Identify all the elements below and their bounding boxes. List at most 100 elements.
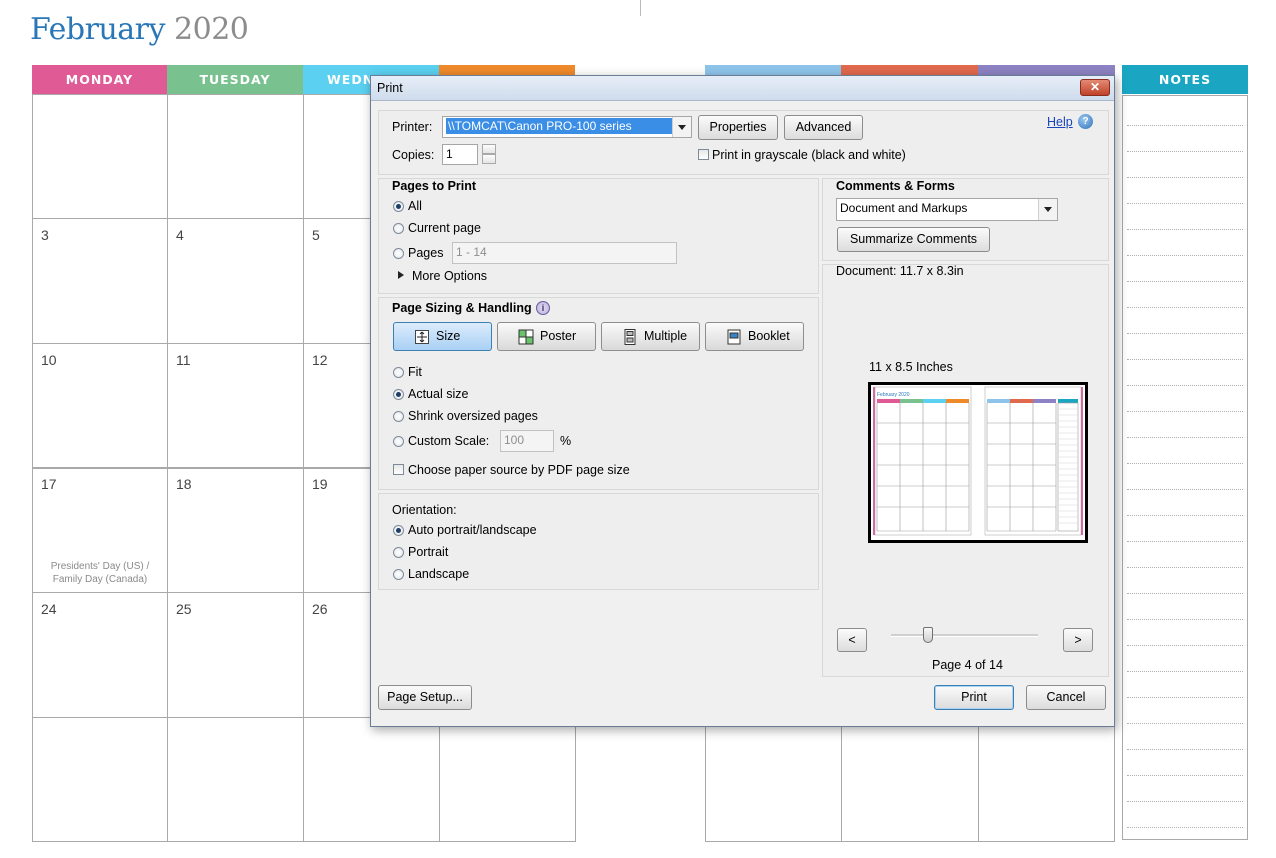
grayscale-checkbox[interactable] bbox=[698, 149, 709, 160]
percent-label: % bbox=[560, 434, 572, 448]
summarize-comments-button[interactable]: Summarize Comments bbox=[837, 227, 990, 252]
top-divider bbox=[640, 0, 641, 16]
multiple-mode-button[interactable]: Multiple bbox=[601, 322, 700, 351]
custom-scale-input[interactable]: 100 bbox=[500, 430, 554, 452]
page-indicator: Page 4 of 14 bbox=[932, 658, 1003, 672]
close-button[interactable]: ✕ bbox=[1080, 79, 1110, 96]
shrink-oversized-label: Shrink oversized pages bbox=[408, 409, 538, 423]
current-page-radio[interactable] bbox=[393, 223, 404, 234]
shrink-oversized-radio[interactable] bbox=[393, 411, 404, 422]
note-line bbox=[1127, 593, 1243, 594]
landscape-radio[interactable] bbox=[393, 569, 404, 580]
comments-forms-select[interactable]: Document and Markups bbox=[836, 198, 1058, 221]
dialog-title: Print bbox=[377, 81, 403, 95]
note-line bbox=[1127, 671, 1243, 672]
calendar-cell bbox=[841, 717, 979, 842]
properties-button[interactable]: Properties bbox=[698, 115, 778, 140]
note-line bbox=[1127, 125, 1243, 126]
note-line bbox=[1127, 489, 1243, 490]
note-line bbox=[1127, 359, 1243, 360]
calendar-cell: 11 bbox=[167, 343, 304, 469]
fit-radio[interactable] bbox=[393, 367, 404, 378]
portrait-radio[interactable] bbox=[393, 547, 404, 558]
multiple-pages-icon bbox=[624, 329, 636, 345]
day-number: 5 bbox=[312, 227, 320, 243]
booklet-mode-button[interactable]: Booklet bbox=[705, 322, 804, 351]
note-line bbox=[1127, 333, 1243, 334]
note-line bbox=[1127, 177, 1243, 178]
dialog-titlebar[interactable]: Print ✕ bbox=[371, 76, 1114, 101]
calendar-cell: 3 bbox=[32, 218, 168, 344]
cancel-button[interactable]: Cancel bbox=[1026, 685, 1106, 710]
size-mode-label: Size bbox=[436, 329, 461, 343]
note-line bbox=[1127, 437, 1243, 438]
paper-source-label: Choose paper source by PDF page size bbox=[408, 463, 630, 477]
holiday-line-1: Presidents' Day (US) / bbox=[50, 561, 150, 572]
custom-scale-label: Custom Scale: bbox=[408, 434, 490, 448]
calendar-title: February 2020 bbox=[30, 12, 249, 47]
copies-down-button[interactable] bbox=[482, 154, 496, 164]
print-button[interactable]: Print bbox=[934, 685, 1014, 710]
note-line bbox=[1127, 255, 1243, 256]
pages-radio[interactable] bbox=[393, 248, 404, 259]
note-line bbox=[1127, 229, 1243, 230]
poster-mode-button[interactable]: Poster bbox=[497, 322, 596, 351]
preview-thumbnail: February 2020 bbox=[873, 386, 1083, 536]
calendar-cell bbox=[167, 717, 304, 842]
copies-up-button[interactable] bbox=[482, 144, 496, 154]
print-dialog: Print ✕ Printer: \\TOMCAT\Canon PRO-100 … bbox=[370, 75, 1115, 727]
note-line bbox=[1127, 567, 1243, 568]
calendar-cell: 24 bbox=[32, 592, 168, 718]
expand-triangle-icon bbox=[398, 271, 404, 279]
all-pages-radio[interactable] bbox=[393, 201, 404, 212]
grayscale-label: Print in grayscale (black and white) bbox=[712, 148, 906, 162]
info-icon[interactable]: i bbox=[536, 301, 550, 315]
pages-label: Pages bbox=[408, 246, 444, 260]
poster-mode-label: Poster bbox=[540, 329, 577, 343]
note-line bbox=[1127, 463, 1243, 464]
multiple-mode-label: Multiple bbox=[644, 329, 688, 343]
notes-header: NOTES bbox=[1122, 65, 1248, 94]
day-number: 3 bbox=[41, 227, 49, 243]
help-link[interactable]: Help bbox=[1047, 115, 1073, 129]
all-pages-label: All bbox=[408, 199, 422, 213]
printer-value: \\TOMCAT\Canon PRO-100 series bbox=[446, 118, 672, 134]
calendar-cell bbox=[32, 94, 168, 219]
previous-page-button[interactable]: < bbox=[837, 628, 867, 652]
calendar-cell bbox=[439, 717, 576, 842]
day-header-monday: MONDAY bbox=[32, 65, 167, 94]
notes-panel bbox=[1122, 95, 1248, 840]
chevron-down-icon bbox=[1038, 199, 1057, 220]
poster-icon bbox=[518, 329, 534, 345]
more-options-toggle[interactable]: More Options bbox=[412, 269, 487, 283]
day-header-tuesday: TUESDAY bbox=[167, 65, 303, 94]
note-line bbox=[1127, 411, 1243, 412]
custom-scale-radio[interactable] bbox=[393, 436, 404, 447]
size-mode-button[interactable]: Size bbox=[393, 322, 492, 351]
auto-orientation-radio[interactable] bbox=[393, 525, 404, 536]
note-line bbox=[1127, 619, 1243, 620]
printer-label: Printer: bbox=[392, 120, 433, 134]
paper-size-label: 11 x 8.5 Inches bbox=[869, 360, 953, 374]
note-line bbox=[1127, 645, 1243, 646]
calendar-cell bbox=[32, 717, 168, 842]
actual-size-label: Actual size bbox=[408, 387, 469, 401]
actual-size-radio[interactable] bbox=[393, 389, 404, 400]
calendar-cell: 17 Presidents' Day (US) / Family Day (Can… bbox=[32, 467, 168, 593]
help-icon[interactable]: ? bbox=[1078, 114, 1093, 129]
paper-source-checkbox[interactable] bbox=[393, 464, 404, 475]
page-setup-button[interactable]: Page Setup... bbox=[378, 685, 472, 710]
advanced-button[interactable]: Advanced bbox=[784, 115, 863, 140]
day-number: 19 bbox=[312, 476, 328, 492]
printer-select[interactable]: \\TOMCAT\Canon PRO-100 series bbox=[442, 116, 692, 138]
day-number: 11 bbox=[176, 352, 191, 368]
copies-input[interactable]: 1 bbox=[442, 144, 478, 165]
calendar-cell bbox=[167, 94, 304, 219]
pages-range-input[interactable]: 1 - 14 bbox=[452, 242, 677, 264]
next-page-button[interactable]: > bbox=[1063, 628, 1093, 652]
note-line bbox=[1127, 775, 1243, 776]
page-slider-thumb[interactable] bbox=[923, 627, 933, 643]
current-page-label: Current page bbox=[408, 221, 481, 235]
note-line bbox=[1127, 697, 1243, 698]
page-slider-track[interactable] bbox=[891, 634, 1038, 637]
